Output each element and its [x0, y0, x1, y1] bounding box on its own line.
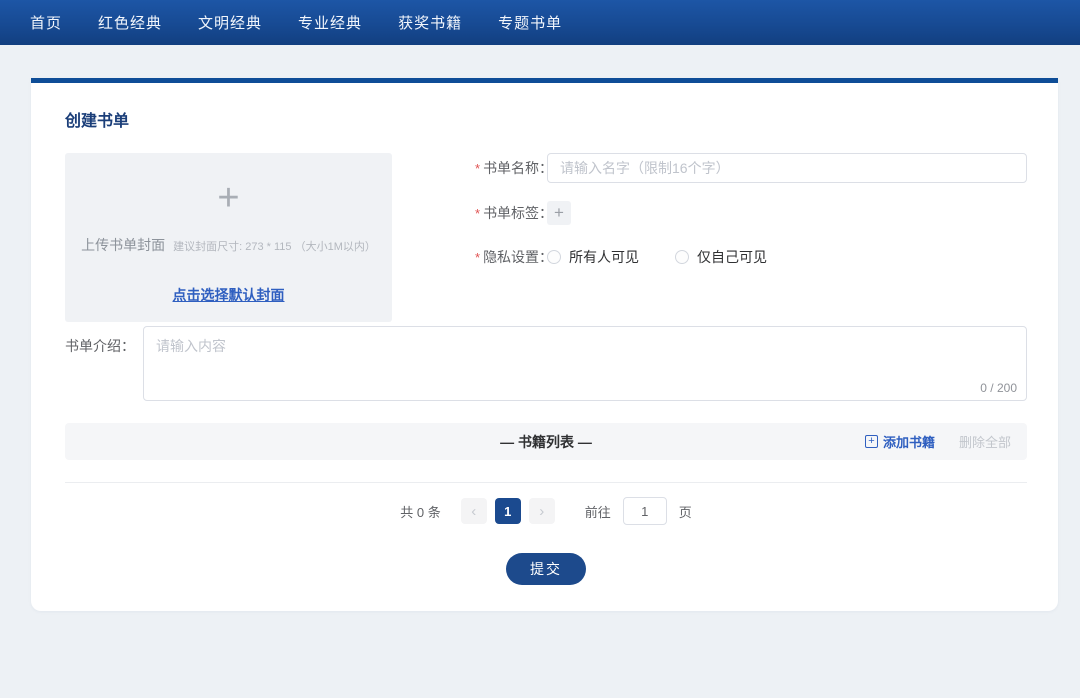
nav-item-civilization-classics[interactable]: 文明经典 [198, 12, 262, 33]
add-tag-button[interactable]: + [547, 201, 571, 225]
booklist-name-input[interactable] [547, 153, 1027, 183]
plus-square-icon: + [865, 435, 878, 448]
radio-circle-icon [547, 250, 561, 264]
privacy-row: *隐私设置： 所有人可见 仅自己可见 [475, 247, 1027, 267]
goto-suffix: 页 [679, 502, 692, 521]
privacy-radio-group: 所有人可见 仅自己可见 [547, 247, 767, 267]
choose-default-cover-link[interactable]: 点击选择默认封面 [65, 285, 392, 305]
add-book-button[interactable]: + 添加书籍 [865, 432, 935, 451]
plus-icon: + [65, 179, 392, 217]
intro-textarea-wrap: 0 / 200 [143, 326, 1027, 401]
prev-page-button[interactable]: ‹ [461, 498, 487, 524]
booklist-intro-label: 书单介绍： [65, 326, 143, 401]
booklist-intro-textarea[interactable] [143, 326, 1027, 401]
delete-all-button[interactable]: 删除全部 [959, 432, 1011, 451]
radio-visible-to-self[interactable]: 仅自己可见 [675, 247, 767, 267]
required-asterisk: * [475, 161, 480, 176]
nav-item-topic-booklists[interactable]: 专题书单 [498, 12, 562, 33]
add-book-label: 添加书籍 [883, 432, 935, 451]
pagination: 共 0 条 ‹ 1 › 前往 页 [65, 497, 1027, 525]
radio-visible-to-all[interactable]: 所有人可见 [547, 247, 639, 267]
upload-label: 上传书单封面 [81, 235, 165, 255]
top-form-section: + 上传书单封面 建议封面尺寸: 273 * 115 （大小1M以内） 点击选择… [65, 153, 1027, 322]
book-list-actions: + 添加书籍 删除全部 [865, 432, 1011, 451]
book-list-bar: — 书籍列表 — + 添加书籍 删除全部 [65, 423, 1027, 460]
booklist-tags-label: *书单标签： [475, 203, 547, 223]
required-asterisk: * [475, 250, 480, 265]
radio-label: 仅自己可见 [697, 247, 767, 267]
booklist-name-row: *书单名称： [475, 153, 1027, 183]
upload-size-hint: 建议封面尺寸: 273 * 115 （大小1M以内） [173, 238, 376, 254]
radio-label: 所有人可见 [569, 247, 639, 267]
nav-item-award-books[interactable]: 获奖书籍 [398, 12, 462, 33]
nav-item-red-classics[interactable]: 红色经典 [98, 12, 162, 33]
submit-area: 提交 [65, 553, 1027, 585]
char-counter: 0 / 200 [976, 381, 1017, 395]
divider [65, 482, 1027, 483]
privacy-label: *隐私设置： [475, 247, 547, 267]
page-1-button[interactable]: 1 [495, 498, 521, 524]
cover-upload-dropzone[interactable]: + 上传书单封面 建议封面尺寸: 273 * 115 （大小1M以内） 点击选择… [65, 153, 392, 322]
booklist-intro-row: 书单介绍： 0 / 200 [65, 326, 1027, 401]
required-asterisk: * [475, 206, 480, 221]
goto-prefix: 前往 [585, 502, 611, 521]
goto-page-input[interactable] [623, 497, 667, 525]
booklist-tags-row: *书单标签： + [475, 201, 1027, 225]
upload-caption: 上传书单封面 建议封面尺寸: 273 * 115 （大小1M以内） [65, 235, 392, 255]
nav-item-professional-classics[interactable]: 专业经典 [298, 12, 362, 33]
create-booklist-card: 创建书单 + 上传书单封面 建议封面尺寸: 273 * 115 （大小1M以内）… [31, 78, 1058, 611]
total-count: 共 0 条 [400, 502, 440, 521]
form-fields: *书单名称： *书单标签： + *隐私设置： 所有人可见 [475, 153, 1027, 322]
top-navigation: 首页 红色经典 文明经典 专业经典 获奖书籍 专题书单 [0, 0, 1080, 45]
nav-item-home[interactable]: 首页 [30, 12, 62, 33]
next-page-button[interactable]: › [529, 498, 555, 524]
booklist-name-label: *书单名称： [475, 158, 547, 178]
page-title: 创建书单 [65, 83, 1027, 131]
radio-circle-icon [675, 250, 689, 264]
submit-button[interactable]: 提交 [506, 553, 586, 585]
